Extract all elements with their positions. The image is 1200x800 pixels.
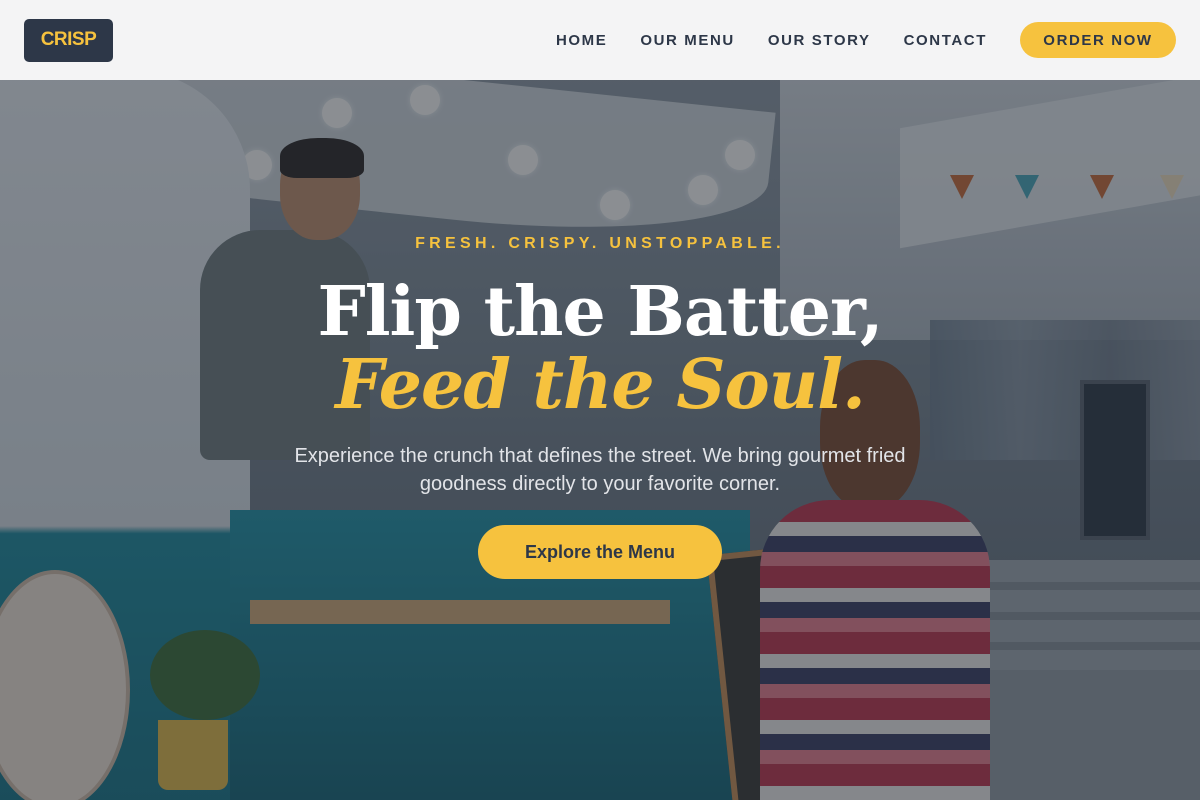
explore-menu-button[interactable]: Explore the Menu	[478, 525, 722, 579]
hero-tagline: FRESH. CRISPY. UNSTOPPABLE.	[415, 235, 785, 252]
hero-subtitle: Experience the crunch that defines the s…	[294, 445, 906, 495]
hero-title-line-1: Flip the Batter,	[317, 272, 883, 352]
hero-title-line-2: Feed the Soul.	[335, 345, 866, 425]
hero-section: FRESH. CRISPY. UNSTOPPABLE. Flip the Bat…	[0, 0, 1200, 800]
